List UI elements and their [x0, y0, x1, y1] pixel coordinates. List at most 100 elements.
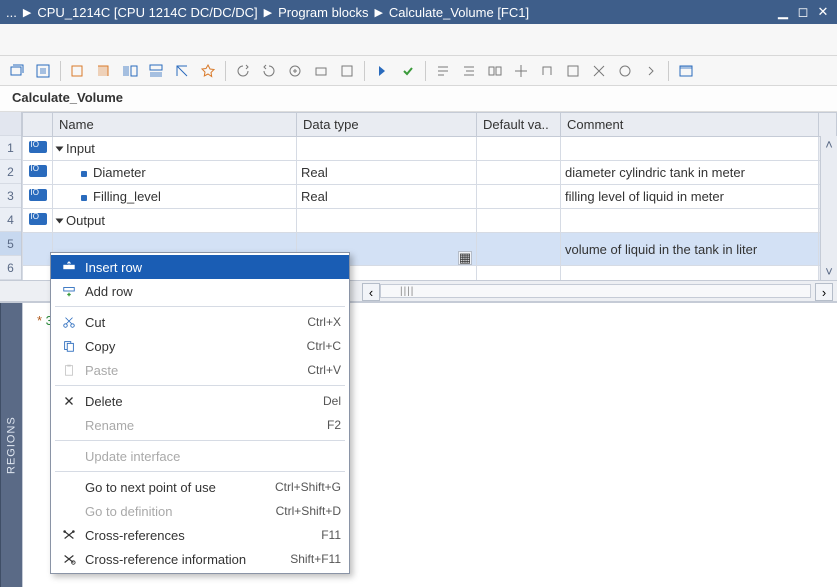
row-number-gutter: 1 2 3 4 5 6: [0, 112, 22, 280]
toolbar-btn-18[interactable]: [484, 60, 506, 82]
ctx-label: Copy: [85, 339, 307, 354]
ctx-shortcut: Del: [323, 394, 341, 408]
vertical-scrollbar[interactable]: ˄ ˅: [820, 136, 837, 280]
ctx-insert-row[interactable]: Insert row: [51, 255, 349, 279]
ctx-label: Cross-reference information: [85, 552, 290, 567]
ctx-shortcut: Ctrl+C: [307, 339, 341, 353]
toolbar-btn-17[interactable]: [458, 60, 480, 82]
toolbar-btn-4[interactable]: [93, 60, 115, 82]
copy-icon: [59, 339, 79, 353]
ctx-label: Go to next point of use: [85, 480, 275, 495]
regions-tab[interactable]: REGIONS: [0, 303, 22, 587]
table-row[interactable]: Filling_level Real filling level of liqu…: [23, 185, 837, 209]
param-comment[interactable]: diameter cylindric tank in meter: [561, 161, 819, 185]
toolbar-btn-10[interactable]: [258, 60, 280, 82]
scroll-up-icon[interactable]: ˄: [821, 136, 837, 153]
toolbar-btn-last[interactable]: [675, 60, 697, 82]
toolbar-btn-11[interactable]: [284, 60, 306, 82]
paste-icon: [59, 363, 79, 377]
toolbar-btn-20[interactable]: [536, 60, 558, 82]
ctx-goto-def: Go to definition Ctrl+Shift+D: [51, 499, 349, 523]
delete-icon: [59, 394, 79, 408]
group-name: Output: [66, 213, 105, 228]
breadcrumb-block[interactable]: Calculate_Volume [FC1]: [389, 5, 529, 20]
ctx-shortcut: F11: [321, 528, 341, 542]
row-number[interactable]: 1: [0, 136, 21, 160]
ctx-shortcut: F2: [327, 418, 341, 432]
ctx-cross-reference-info[interactable]: Cross-reference information Shift+F11: [51, 547, 349, 571]
toolbar-btn-3[interactable]: [67, 60, 89, 82]
breadcrumb-ellipsis[interactable]: ...: [6, 5, 17, 20]
row-number[interactable]: 3: [0, 184, 21, 208]
param-datatype[interactable]: Real: [297, 161, 477, 185]
toolbar-btn-14[interactable]: [371, 60, 393, 82]
breadcrumb-cpu[interactable]: CPU_1214C [CPU 1214C DC/DC/DC]: [37, 5, 257, 20]
table-row[interactable]: Input: [23, 137, 837, 161]
context-menu: Insert row Add row Cut Ctrl+X Copy Ctrl+…: [50, 252, 350, 574]
col-default[interactable]: Default va..: [477, 113, 561, 137]
ctx-add-row[interactable]: Add row: [51, 279, 349, 303]
toolbar-overflow-icon[interactable]: [640, 60, 662, 82]
row-number[interactable]: 5: [0, 232, 21, 256]
toolbar-btn-6[interactable]: [145, 60, 167, 82]
ctx-cross-references[interactable]: Cross-references F11: [51, 523, 349, 547]
toolbar-btn-15[interactable]: [397, 60, 419, 82]
title-bar: ... ▶ CPU_1214C [CPU 1214C DC/DC/DC] ▶ P…: [0, 0, 837, 24]
collapse-icon[interactable]: [56, 219, 64, 224]
param-datatype[interactable]: Real: [297, 185, 477, 209]
col-name[interactable]: Name: [53, 113, 297, 137]
ctx-delete[interactable]: Delete Del: [51, 389, 349, 413]
col-comment[interactable]: Comment: [561, 113, 819, 137]
ctx-cut[interactable]: Cut Ctrl+X: [51, 310, 349, 334]
toolbar-btn-9[interactable]: [232, 60, 254, 82]
ctx-goto-use[interactable]: Go to next point of use Ctrl+Shift+G: [51, 475, 349, 499]
ctx-label: Cut: [85, 315, 307, 330]
row-number[interactable]: 6: [0, 256, 21, 280]
ctx-update-interface: Update interface: [51, 444, 349, 468]
minimize-button[interactable]: ▁: [775, 4, 791, 20]
param-comment[interactable]: filling level of liquid in meter: [561, 185, 819, 209]
table-row[interactable]: Diameter Real diameter cylindric tank in…: [23, 161, 837, 185]
splitter-grip-icon[interactable]: ||||: [400, 286, 414, 297]
scroll-down-icon[interactable]: ˅: [821, 263, 837, 280]
close-button[interactable]: ✕: [815, 4, 831, 20]
menu-separator: [55, 471, 345, 472]
toolbar-btn-1[interactable]: [6, 60, 28, 82]
ctx-label: Go to definition: [85, 504, 276, 519]
datatype-dropdown-icon[interactable]: ▦: [458, 251, 472, 265]
toolbar-btn-23[interactable]: [614, 60, 636, 82]
toolbar-btn-7[interactable]: [171, 60, 193, 82]
col-datatype[interactable]: Data type: [297, 113, 477, 137]
io-icon: [29, 165, 47, 177]
maximize-button[interactable]: ◻: [795, 4, 811, 20]
collapse-icon[interactable]: [56, 147, 64, 152]
row-number[interactable]: 2: [0, 160, 21, 184]
toolbar-btn-21[interactable]: [562, 60, 584, 82]
scroll-right-button[interactable]: ›: [815, 283, 833, 301]
scroll-left-button[interactable]: ‹: [362, 283, 380, 301]
menu-separator: [55, 440, 345, 441]
ctx-shortcut: Ctrl+Shift+D: [276, 504, 341, 518]
breadcrumb-program-blocks[interactable]: Program blocks: [278, 5, 368, 20]
header-row: Name Data type Default va.. Comment: [23, 113, 837, 137]
ctx-shortcut: Shift+F11: [290, 552, 341, 566]
row-number[interactable]: 4: [0, 208, 21, 232]
toolbar-btn-12[interactable]: [310, 60, 332, 82]
toolbar-btn-8[interactable]: [197, 60, 219, 82]
toolbar-btn-5[interactable]: [119, 60, 141, 82]
horizontal-scrollbar[interactable]: [380, 284, 811, 298]
ctx-label: Delete: [85, 394, 323, 409]
toolbar-btn-19[interactable]: [510, 60, 532, 82]
table-row[interactable]: Output: [23, 209, 837, 233]
toolbar-btn-13[interactable]: [336, 60, 358, 82]
toolbar-btn-16[interactable]: [432, 60, 454, 82]
ctx-copy[interactable]: Copy Ctrl+C: [51, 334, 349, 358]
ctx-shortcut: Ctrl+X: [307, 315, 341, 329]
toolbar-btn-2[interactable]: [32, 60, 54, 82]
insert-row-icon: [59, 260, 79, 274]
toolbar-btn-22[interactable]: [588, 60, 610, 82]
param-name[interactable]: Diameter: [93, 165, 146, 180]
ctx-rename: Rename F2: [51, 413, 349, 437]
param-name[interactable]: Filling_level: [93, 189, 161, 204]
param-comment[interactable]: volume of liquid in the tank in liter: [561, 233, 819, 266]
